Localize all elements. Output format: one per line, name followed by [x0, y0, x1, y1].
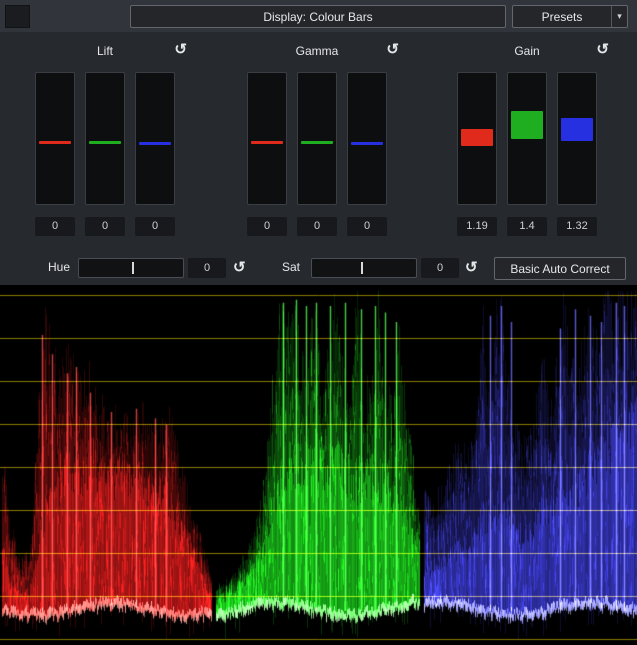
gamma-reset-icon[interactable]: ↺ — [386, 42, 399, 58]
lift-red-value[interactable]: 0 — [35, 217, 75, 236]
lift-section: Lift ↺ 0 0 0 — [35, 42, 175, 236]
lift-green-slider[interactable] — [85, 72, 125, 205]
gain-blue-value[interactable]: 1.32 — [557, 217, 597, 236]
gamma-red-value[interactable]: 0 — [247, 217, 287, 236]
display-source-button[interactable]: Display: Colour Bars — [130, 5, 506, 28]
sat-label: Sat — [282, 260, 300, 274]
hue-slider[interactable] — [78, 258, 184, 278]
lift-blue-value[interactable]: 0 — [135, 217, 175, 236]
gamma-section-label: Gamma — [296, 44, 339, 58]
gain-green-handle[interactable] — [511, 111, 543, 139]
sat-reset-icon[interactable]: ↺ — [465, 258, 478, 276]
hue-sat-row: Hue 0 ↺ Sat 0 ↺ Basic Auto Correct — [0, 255, 637, 281]
hue-slider-thumb[interactable] — [132, 262, 134, 274]
hue-value[interactable]: 0 — [188, 258, 226, 278]
lift-green-handle[interactable] — [89, 141, 121, 144]
gamma-red-handle[interactable] — [251, 141, 283, 144]
corner-tile — [5, 5, 30, 28]
lift-section-label: Lift — [97, 44, 113, 58]
lift-red-handle[interactable] — [39, 141, 71, 144]
gain-section: Gain ↺ 1.19 1.4 1.32 — [457, 42, 597, 236]
gain-blue-slider[interactable] — [557, 72, 597, 205]
gamma-green-value[interactable]: 0 — [297, 217, 337, 236]
gain-red-value[interactable]: 1.19 — [457, 217, 497, 236]
lift-blue-handle[interactable] — [139, 142, 171, 145]
gain-section-label: Gain — [514, 44, 539, 58]
gamma-green-handle[interactable] — [301, 141, 333, 144]
topbar: Display: Colour Bars Presets ▾ — [0, 0, 637, 32]
hue-reset-icon[interactable]: ↺ — [233, 258, 246, 276]
gamma-blue-slider[interactable] — [347, 72, 387, 205]
lift-reset-icon[interactable]: ↺ — [174, 42, 187, 58]
lift-green-value[interactable]: 0 — [85, 217, 125, 236]
gamma-red-slider[interactable] — [247, 72, 287, 205]
lift-blue-slider[interactable] — [135, 72, 175, 205]
gain-green-value[interactable]: 1.4 — [507, 217, 547, 236]
sat-slider[interactable] — [311, 258, 417, 278]
gamma-blue-handle[interactable] — [351, 142, 383, 145]
basic-auto-correct-button[interactable]: Basic Auto Correct — [494, 257, 626, 280]
presets-button-label: Presets — [513, 10, 611, 24]
gain-green-slider[interactable] — [507, 72, 547, 205]
hue-label: Hue — [48, 260, 70, 274]
rgb-parade-scope — [0, 285, 637, 645]
lift-red-slider[interactable] — [35, 72, 75, 205]
sat-slider-thumb[interactable] — [361, 262, 363, 274]
presets-button[interactable]: Presets ▾ — [512, 5, 628, 28]
gain-blue-handle[interactable] — [561, 118, 593, 141]
chevron-down-icon[interactable]: ▾ — [611, 6, 627, 27]
gain-red-slider[interactable] — [457, 72, 497, 205]
gamma-blue-value[interactable]: 0 — [347, 217, 387, 236]
gain-red-handle[interactable] — [461, 129, 493, 146]
gamma-green-slider[interactable] — [297, 72, 337, 205]
sat-value[interactable]: 0 — [421, 258, 459, 278]
gamma-section: Gamma ↺ 0 0 0 — [247, 42, 387, 236]
gain-reset-icon[interactable]: ↺ — [596, 42, 609, 58]
colour-correction-panel: Display: Colour Bars Presets ▾ Lift ↺ 0 … — [0, 0, 637, 645]
